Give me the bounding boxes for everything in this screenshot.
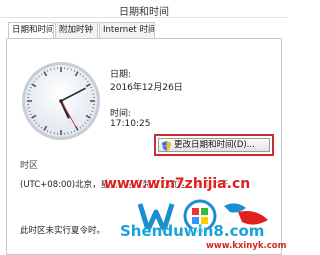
tab-internet-time[interactable]: Internet 时间: [99, 22, 155, 38]
time-label: 时间:: [110, 109, 132, 119]
title-bar: 日期和时间: [0, 0, 288, 18]
watermark-brand: Shenduwin8.com: [120, 222, 265, 240]
watermark-url: www.win7zhijia.cn: [104, 176, 251, 192]
analog-clock: [22, 62, 100, 140]
tab-date-time[interactable]: 日期和时间: [8, 22, 54, 39]
date-label: 日期:: [110, 70, 132, 80]
time-value: 17:10:25: [110, 119, 151, 129]
timezone-section-label: 时区: [20, 161, 39, 171]
watermark-site: www.kxinyk.com: [206, 241, 287, 251]
clock-center: [59, 99, 63, 103]
dst-note: 此时区未实行夏令时。: [20, 226, 106, 236]
change-date-time-label: 更改日期和时间(D)...: [174, 140, 255, 150]
window-title: 日期和时间: [119, 7, 169, 18]
date-value: 2016年12月26日: [110, 83, 183, 93]
tab-additional-clocks[interactable]: 附加时钟: [55, 22, 98, 38]
change-date-time-button[interactable]: 更改日期和时间(D)...: [158, 138, 270, 152]
change-date-time-highlight: 更改日期和时间(D)...: [154, 134, 274, 156]
uac-shield-icon: [162, 141, 171, 151]
